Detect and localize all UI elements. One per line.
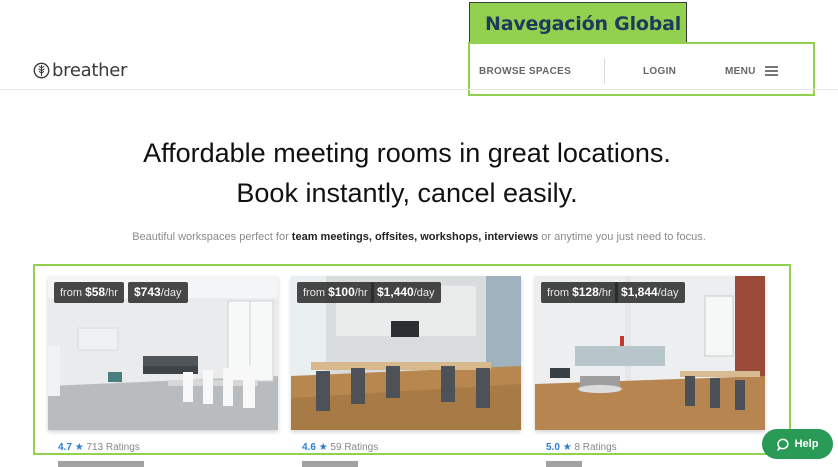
nav-divider — [604, 58, 605, 84]
help-label: Help — [794, 438, 819, 450]
card-address-partial — [302, 458, 362, 467]
hero-subtitle: Beautiful workspaces perfect for team me… — [132, 231, 706, 243]
star-icon: ★ — [318, 442, 328, 453]
space-card[interactable]: from $128/hr $1,844/day — [535, 276, 765, 430]
hourly-price-tag: from $128/hr — [541, 282, 618, 303]
card-rating: 5.0 ★ 8 Ratings — [546, 442, 617, 453]
daily-price-tag: $1,440/day — [371, 282, 441, 303]
hero-title-line-2: Book instantly, cancel easily. — [236, 178, 578, 208]
space-card[interactable]: from $58/hr $743/day — [48, 276, 278, 430]
card-rating: 4.7 ★ 713 Ratings — [58, 442, 140, 453]
hourly-price-tag: from $58/hr — [54, 282, 124, 303]
hamburger-icon[interactable] — [765, 66, 778, 76]
star-icon: ★ — [562, 442, 572, 453]
hourly-price-tag: from $100/hr — [297, 282, 374, 303]
card-rating: 4.6 ★ 59 Ratings — [302, 442, 379, 453]
daily-price-tag: $1,844/day — [615, 282, 685, 303]
help-button[interactable]: Help — [762, 429, 833, 459]
nav-browse-spaces[interactable]: BROWSE SPACES — [479, 66, 571, 77]
daily-price-tag: $743/day — [128, 282, 188, 303]
logo-text: breather — [52, 60, 128, 81]
hero-title-line-1: Affordable meeting rooms in great locati… — [143, 138, 671, 168]
nav-login[interactable]: LOGIN — [643, 66, 676, 77]
nav-menu[interactable]: MENU — [725, 66, 756, 77]
card-address-partial — [546, 458, 586, 467]
chat-bubble-icon — [776, 438, 789, 451]
annotation-label: Navegación Global — [469, 2, 687, 43]
card-address-partial — [58, 458, 148, 467]
logo[interactable]: breather — [33, 60, 127, 81]
space-card[interactable]: from $100/hr $1,440/day — [291, 276, 521, 430]
header-divider — [0, 89, 838, 90]
breather-leaf-icon — [33, 62, 50, 79]
star-icon: ★ — [74, 442, 84, 453]
